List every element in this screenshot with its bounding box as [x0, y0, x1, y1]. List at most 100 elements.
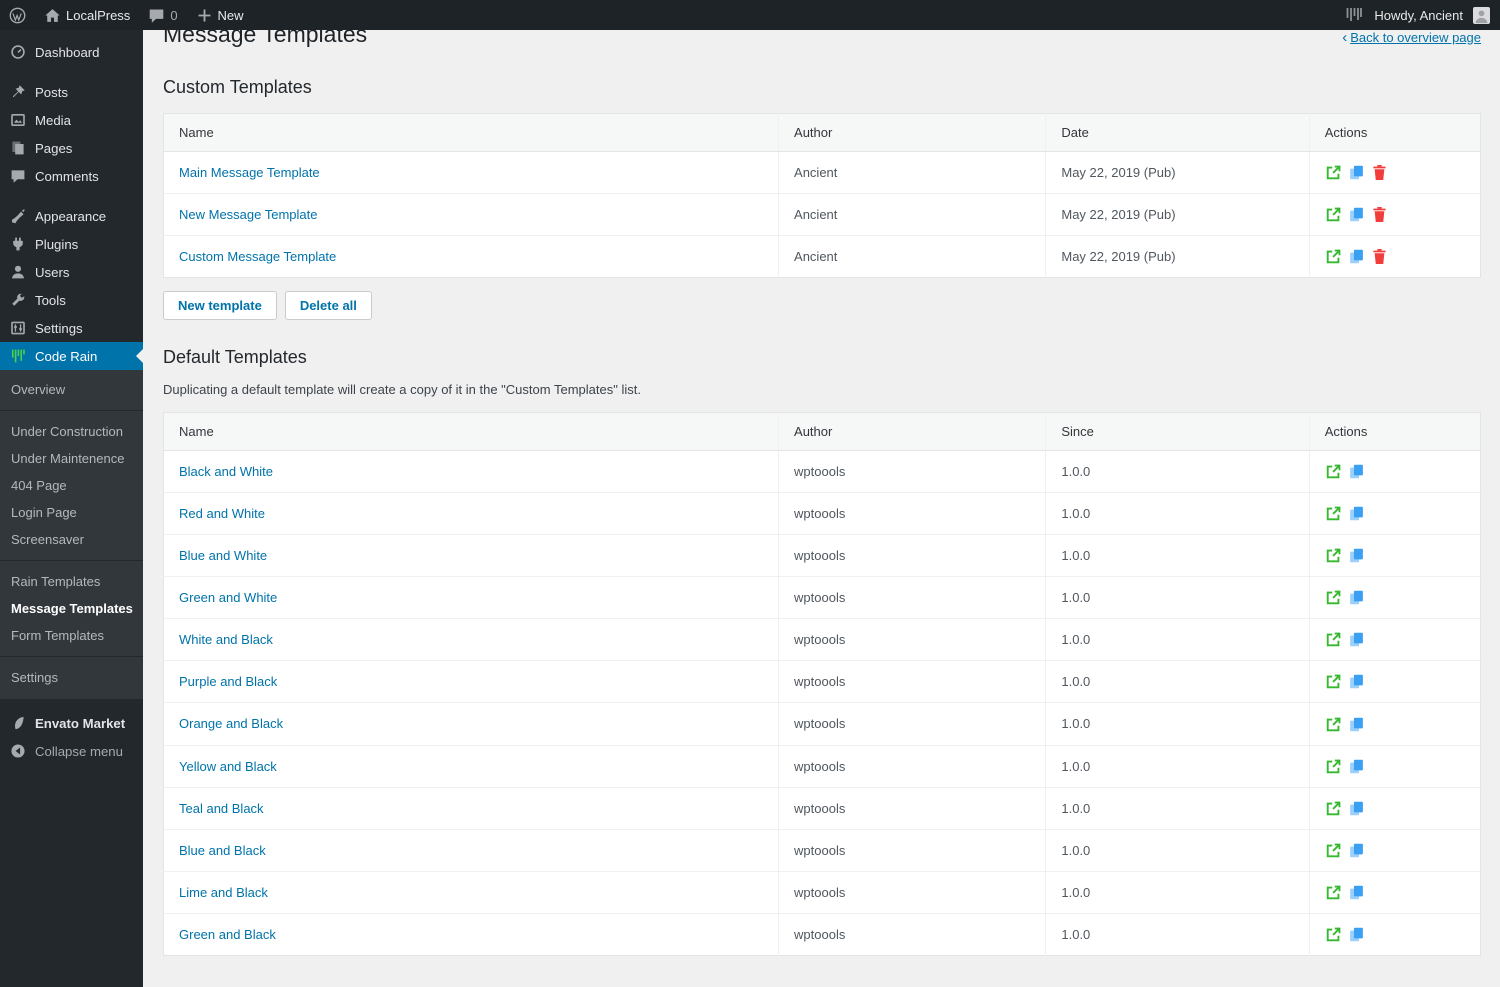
sidebar-item-settings[interactable]: Settings	[0, 314, 143, 342]
actions-cell	[1309, 745, 1480, 787]
open-icon[interactable]	[1325, 589, 1342, 606]
template-name-link[interactable]: Blue and Black	[179, 843, 266, 858]
template-name-link[interactable]: Black and White	[179, 464, 273, 479]
submenu-divider	[0, 656, 143, 657]
sidebar-item-tools[interactable]: Tools	[0, 286, 143, 314]
open-icon[interactable]	[1325, 800, 1342, 817]
template-name-link[interactable]: Main Message Template	[179, 165, 320, 180]
site-name-menu[interactable]: LocalPress	[35, 0, 139, 30]
template-name-link[interactable]: Blue and White	[179, 548, 267, 563]
template-name-link[interactable]: White and Black	[179, 632, 273, 647]
table-row: New Message TemplateAncientMay 22, 2019 …	[164, 193, 1481, 235]
sidebar-item-media[interactable]: Media	[0, 106, 143, 134]
duplicate-icon[interactable]	[1348, 164, 1365, 181]
open-icon[interactable]	[1325, 206, 1342, 223]
comments-menu[interactable]: 0	[139, 0, 186, 30]
back-to-overview-link[interactable]: ‹ Back to overview page	[1342, 30, 1481, 45]
duplicate-icon[interactable]	[1348, 800, 1365, 817]
open-icon[interactable]	[1325, 547, 1342, 564]
duplicate-icon[interactable]	[1348, 716, 1365, 733]
duplicate-icon[interactable]	[1348, 463, 1365, 480]
open-icon[interactable]	[1325, 926, 1342, 943]
open-icon[interactable]	[1325, 842, 1342, 859]
duplicate-icon[interactable]	[1348, 505, 1365, 522]
user-icon	[10, 264, 26, 280]
wordpress-logo-menu[interactable]	[0, 0, 35, 30]
open-icon[interactable]	[1325, 463, 1342, 480]
sidebar-item-comments[interactable]: Comments	[0, 162, 143, 190]
actions-cell	[1309, 913, 1480, 955]
submenu-item-404-page[interactable]: 404 Page	[0, 472, 143, 499]
template-name-link[interactable]: Green and White	[179, 590, 277, 605]
actions-cell	[1309, 787, 1480, 829]
delete-icon[interactable]	[1371, 248, 1388, 265]
delete-icon[interactable]	[1371, 206, 1388, 223]
duplicate-icon[interactable]	[1348, 758, 1365, 775]
open-icon[interactable]	[1325, 758, 1342, 775]
submenu-item-overview[interactable]: Overview	[0, 376, 143, 403]
open-icon[interactable]	[1325, 248, 1342, 265]
sidebar-item-label: Appearance	[35, 209, 106, 224]
submenu-item-under-construction[interactable]: Under Construction	[0, 418, 143, 445]
template-name-link[interactable]: Custom Message Template	[179, 249, 336, 264]
template-name-link[interactable]: Green and Black	[179, 927, 276, 942]
main-content: Message Templates ‹ Back to overview pag…	[143, 0, 1500, 987]
sidebar-item-users[interactable]: Users	[0, 258, 143, 286]
open-icon[interactable]	[1325, 505, 1342, 522]
delete-icon[interactable]	[1371, 164, 1388, 181]
since-cell: 1.0.0	[1046, 913, 1309, 955]
code-rain-adminbar-icon[interactable]	[1344, 5, 1364, 25]
duplicate-icon[interactable]	[1348, 884, 1365, 901]
duplicate-icon[interactable]	[1348, 547, 1365, 564]
submenu-item-rain-templates[interactable]: Rain Templates	[0, 568, 143, 595]
collapse-arrow-icon	[10, 743, 26, 759]
avatar[interactable]	[1473, 7, 1490, 24]
open-icon[interactable]	[1325, 631, 1342, 648]
sidebar-item-envato-market[interactable]: Envato Market	[0, 709, 143, 737]
duplicate-icon[interactable]	[1348, 206, 1365, 223]
submenu-item-screensaver[interactable]: Screensaver	[0, 526, 143, 553]
template-name-link[interactable]: Purple and Black	[179, 674, 277, 689]
template-name-link[interactable]: Orange and Black	[179, 716, 283, 731]
template-name-link[interactable]: New Message Template	[179, 207, 318, 222]
template-name-link[interactable]: Teal and Black	[179, 801, 264, 816]
duplicate-icon[interactable]	[1348, 589, 1365, 606]
duplicate-icon[interactable]	[1348, 631, 1365, 648]
open-icon[interactable]	[1325, 673, 1342, 690]
actions-cell	[1309, 577, 1480, 619]
submenu-item-message-templates[interactable]: Message Templates	[0, 595, 143, 622]
submenu-item-settings[interactable]: Settings	[0, 664, 143, 691]
sidebar-item-label: Code Rain	[35, 349, 97, 364]
template-name-link[interactable]: Lime and Black	[179, 885, 268, 900]
duplicate-icon[interactable]	[1348, 673, 1365, 690]
author-cell: Ancient	[779, 236, 1046, 278]
author-cell: wptoools	[779, 871, 1046, 913]
author-cell: wptoools	[779, 451, 1046, 493]
duplicate-icon[interactable]	[1348, 248, 1365, 265]
sidebar-item-collapse-menu[interactable]: Collapse menu	[0, 737, 143, 765]
submenu-item-under-maintenence[interactable]: Under Maintenence	[0, 445, 143, 472]
actions-cell	[1309, 451, 1480, 493]
template-name-link[interactable]: Red and White	[179, 506, 265, 521]
sidebar-item-code-rain[interactable]: Code Rain	[0, 342, 143, 370]
sidebar-item-appearance[interactable]: Appearance	[0, 202, 143, 230]
new-content-menu[interactable]: New	[187, 0, 253, 30]
since-cell: 1.0.0	[1046, 619, 1309, 661]
sidebar-item-label: Users	[35, 265, 69, 280]
new-template-button[interactable]: New template	[163, 291, 277, 320]
sidebar-item-plugins[interactable]: Plugins	[0, 230, 143, 258]
open-icon[interactable]	[1325, 884, 1342, 901]
howdy-menu[interactable]: Howdy, Ancient	[1374, 8, 1463, 23]
sidebar-item-pages[interactable]: Pages	[0, 134, 143, 162]
duplicate-icon[interactable]	[1348, 926, 1365, 943]
open-icon[interactable]	[1325, 164, 1342, 181]
template-name-link[interactable]: Yellow and Black	[179, 759, 277, 774]
submenu-item-login-page[interactable]: Login Page	[0, 499, 143, 526]
admin-bar-right: Howdy, Ancient	[1344, 0, 1500, 30]
sidebar-item-posts[interactable]: Posts	[0, 78, 143, 106]
open-icon[interactable]	[1325, 716, 1342, 733]
submenu-item-form-templates[interactable]: Form Templates	[0, 622, 143, 649]
delete-all-button[interactable]: Delete all	[285, 291, 372, 320]
duplicate-icon[interactable]	[1348, 842, 1365, 859]
sidebar-item-dashboard[interactable]: Dashboard	[0, 38, 143, 66]
